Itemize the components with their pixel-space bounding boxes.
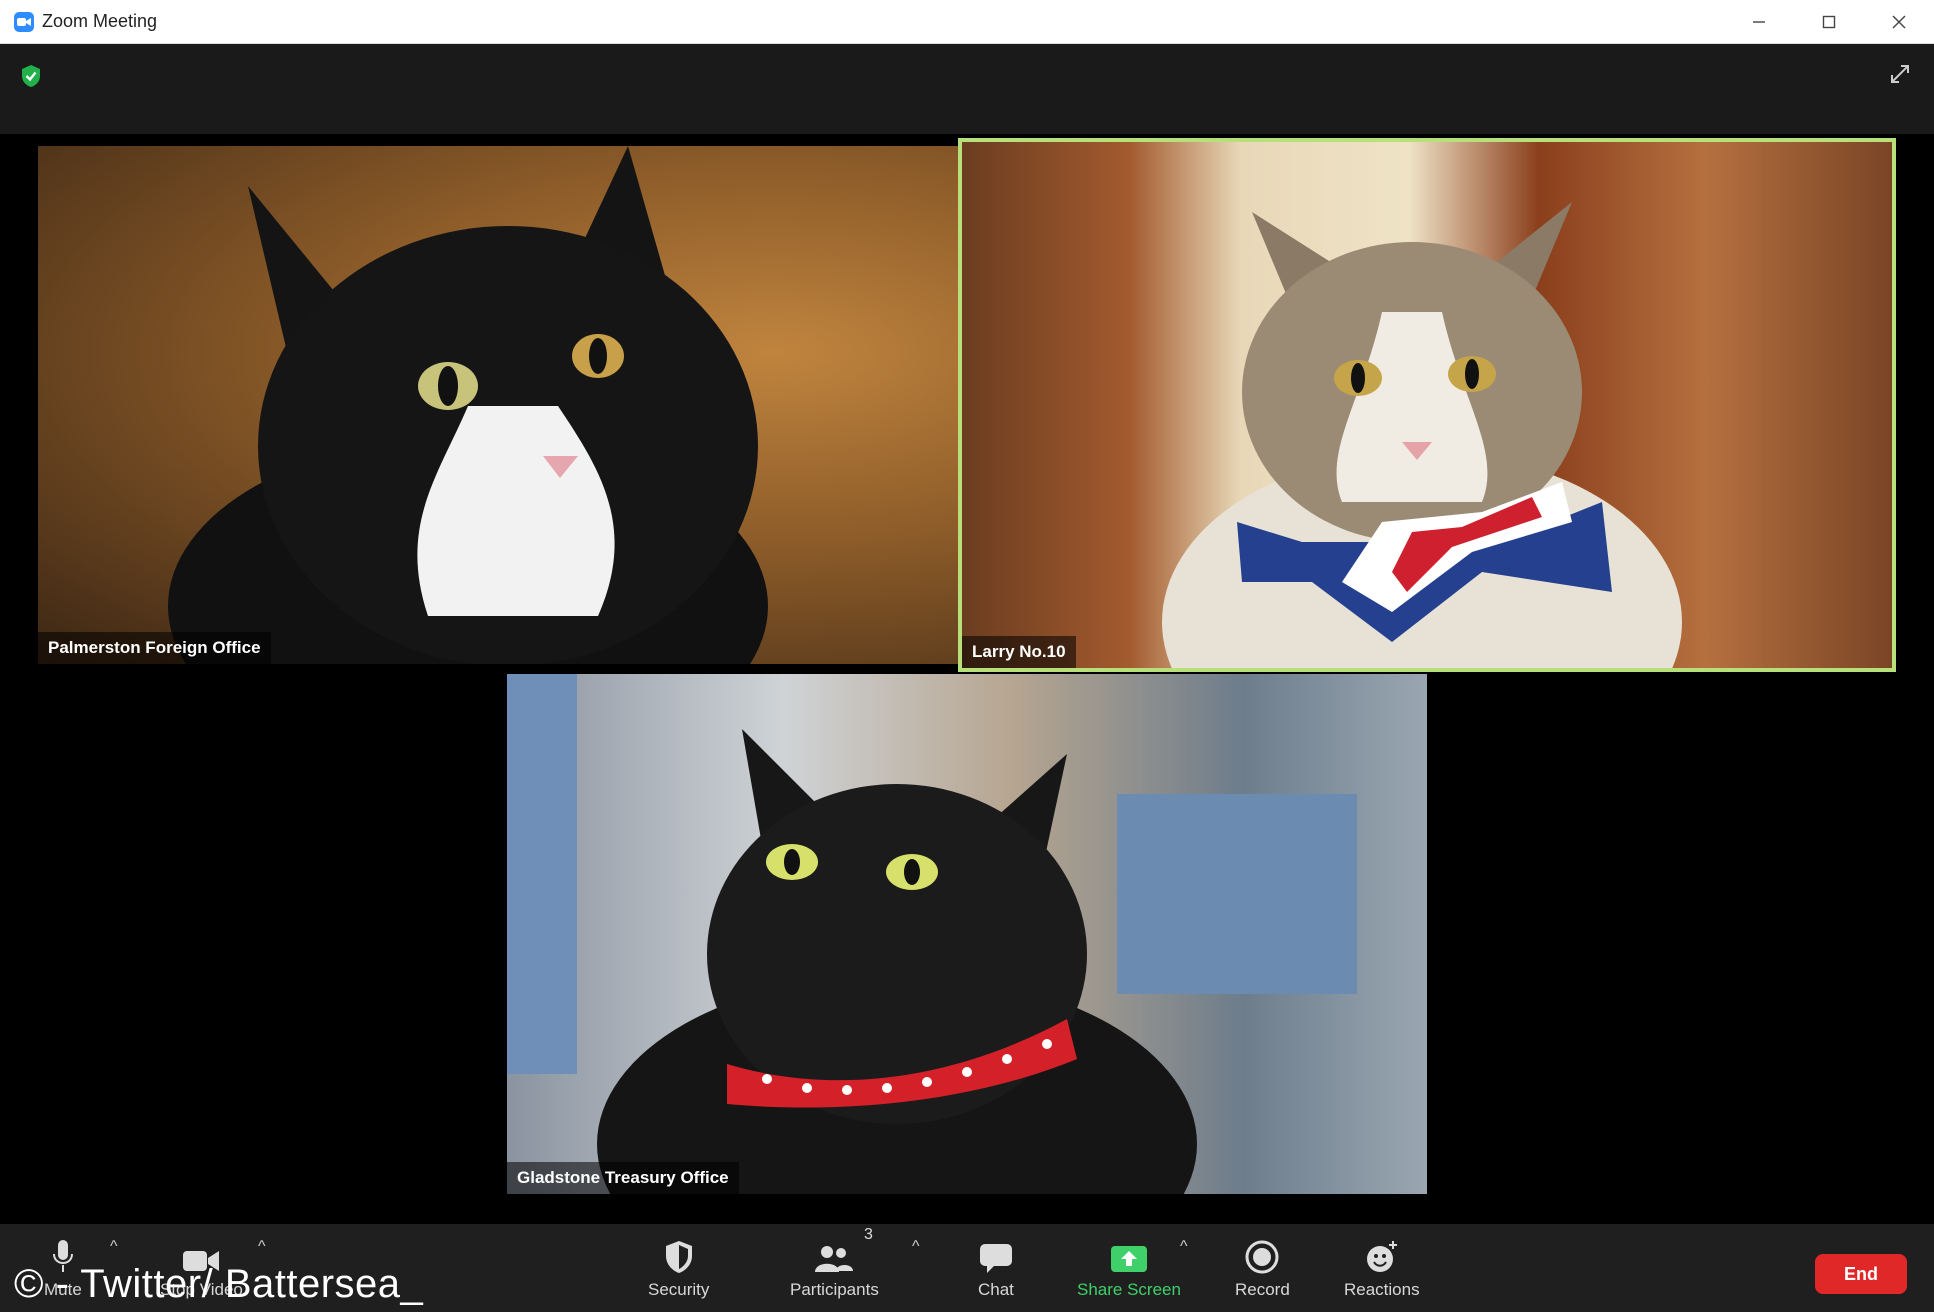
chat-button[interactable]: Chat [978, 1230, 1014, 1300]
meeting-security-indicator[interactable] [20, 64, 42, 93]
copyright-watermark: © - Twitter/ Battersea_ [14, 1262, 424, 1306]
share-options-caret[interactable]: ^ [1180, 1238, 1188, 1256]
share-screen-button[interactable]: Share Screen [1077, 1230, 1181, 1300]
record-icon [1245, 1240, 1279, 1274]
participant-name: Larry No.10 [962, 636, 1076, 668]
expand-icon [1891, 65, 1909, 83]
video-options-caret[interactable]: ^ [258, 1238, 266, 1256]
participants-count-badge: 3 [864, 1226, 873, 1243]
chat-bubble-icon [979, 1244, 1012, 1273]
share-screen-icon [1110, 1246, 1147, 1272]
minimize-button[interactable] [1724, 0, 1794, 44]
end-meeting-button[interactable]: End [1815, 1254, 1907, 1294]
meeting-top-bar [0, 44, 1934, 134]
close-button[interactable] [1864, 0, 1934, 44]
maximize-icon [1822, 15, 1836, 28]
participants-icon [815, 1246, 854, 1272]
emoji-reaction-icon [1366, 1241, 1397, 1272]
participant-name: Palmerston Foreign Office [38, 632, 271, 664]
maximize-button[interactable] [1794, 0, 1864, 44]
security-button[interactable]: Security [648, 1230, 709, 1300]
shield-check-icon [22, 65, 40, 87]
shield-icon [665, 1241, 692, 1273]
reactions-button[interactable]: Reactions [1344, 1230, 1420, 1300]
fullscreen-button[interactable] [1888, 62, 1912, 91]
video-tile-palmerston[interactable]: Palmerston Foreign Office [38, 146, 958, 664]
participants-options-caret[interactable]: ^ [912, 1238, 920, 1256]
audio-options-caret[interactable]: ^ [110, 1238, 118, 1256]
minimize-icon [1753, 20, 1765, 23]
video-tile-gladstone[interactable]: Gladstone Treasury Office [507, 674, 1427, 1194]
tabby-cat-video [1162, 202, 1682, 668]
close-icon [1892, 15, 1906, 28]
zoom-app-icon [14, 11, 34, 32]
record-button[interactable]: Record [1235, 1230, 1290, 1300]
black-cat-video [507, 674, 1357, 1194]
participant-name: Gladstone Treasury Office [507, 1162, 739, 1194]
window-titlebar: Zoom Meeting [0, 0, 1934, 44]
tuxedo-cat-video [168, 146, 768, 664]
video-tile-larry-active-speaker[interactable]: Larry No.10 [958, 138, 1896, 672]
window-title: Zoom Meeting [42, 11, 158, 31]
